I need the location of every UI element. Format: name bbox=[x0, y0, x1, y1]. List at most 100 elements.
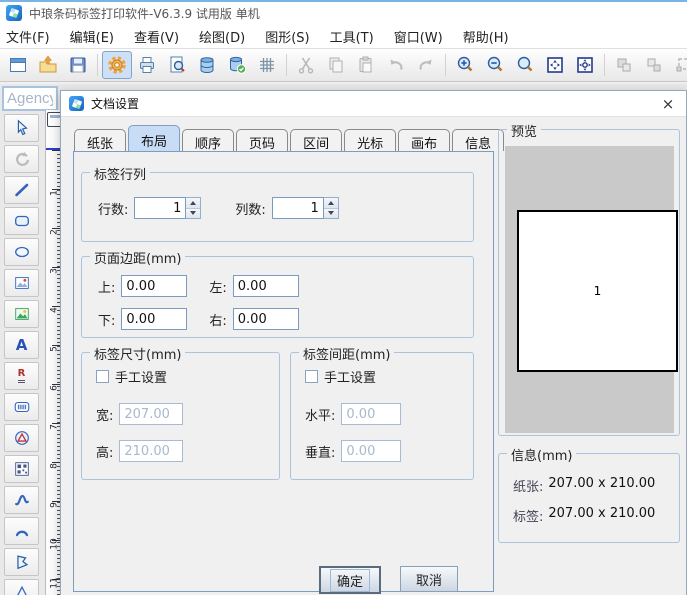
spacing-vertical-label: 垂直: bbox=[305, 445, 336, 461]
tab-info[interactable]: 信息 bbox=[452, 129, 505, 152]
label-width-input bbox=[119, 403, 184, 425]
group-label-spacing: 标签间距(mm) 手工设置 水平: 垂直: bbox=[290, 344, 474, 480]
menu-window[interactable]: 窗口(W) bbox=[394, 27, 443, 46]
menu-tools[interactable]: 工具(T) bbox=[330, 27, 374, 46]
margin-top-input[interactable] bbox=[121, 275, 188, 297]
new-document-icon[interactable] bbox=[3, 51, 33, 79]
database-import-icon[interactable] bbox=[222, 51, 252, 79]
ruler-mark: 7 bbox=[49, 424, 60, 430]
select-cursor-icon[interactable] bbox=[4, 114, 39, 142]
fit-page-icon[interactable] bbox=[540, 51, 570, 79]
zoom-icon[interactable] bbox=[510, 51, 540, 79]
margin-right-label: 右: bbox=[209, 313, 227, 329]
group-page-margins: 页面边距(mm) 上: 左: 下: 右: bbox=[81, 248, 474, 338]
tab-order[interactable]: 顺序 bbox=[182, 129, 235, 152]
ruler-mark: 6 bbox=[49, 385, 60, 391]
ruler-mark: 10 bbox=[49, 538, 60, 550]
open-file-icon[interactable] bbox=[33, 51, 63, 79]
close-icon[interactable]: × bbox=[658, 95, 678, 113]
zoom-out-icon[interactable] bbox=[480, 51, 510, 79]
group-title: 标签尺寸(mm) bbox=[90, 344, 186, 363]
tab-layout[interactable]: 布局 bbox=[128, 125, 181, 151]
margin-top-label: 上: bbox=[98, 280, 116, 296]
rows-input[interactable] bbox=[134, 197, 187, 219]
margin-left-input[interactable] bbox=[232, 275, 299, 297]
group-title: 页面边距(mm) bbox=[90, 248, 186, 267]
menu-file[interactable]: 文件(F) bbox=[6, 27, 50, 46]
arc-icon[interactable] bbox=[4, 517, 39, 545]
ok-button[interactable]: 确定 bbox=[319, 566, 381, 594]
columns-spin-down-icon[interactable] bbox=[323, 208, 338, 218]
font-family-combo[interactable] bbox=[2, 86, 58, 111]
text-icon[interactable]: A bbox=[4, 331, 39, 359]
menu-view[interactable]: 查看(V) bbox=[134, 27, 179, 46]
curve-icon[interactable] bbox=[4, 486, 39, 514]
menu-bar: 文件(F) 编辑(E) 查看(V) 绘图(D) 图形(S) 工具(T) 窗口(W… bbox=[0, 24, 687, 48]
spacing-horizontal-label: 水平: bbox=[305, 408, 336, 424]
info-paper-label: 纸张: bbox=[513, 480, 544, 495]
menu-graphics[interactable]: 图形(S) bbox=[265, 27, 309, 46]
toolbar-separator bbox=[445, 54, 446, 76]
document-settings-icon[interactable] bbox=[102, 51, 132, 79]
group-icon bbox=[609, 51, 639, 79]
rows-spin-down-icon[interactable] bbox=[186, 208, 201, 218]
rounded-rectangle-icon[interactable] bbox=[4, 207, 39, 235]
document-settings-dialog: 文档设置 × 纸张 布局 顺序 页码 区间 光标 画布 信息 标签行列 行数: … bbox=[60, 90, 687, 595]
tab-pagenumber[interactable]: 页码 bbox=[236, 129, 289, 152]
fit-window-icon[interactable] bbox=[570, 51, 600, 79]
margin-left-label: 左: bbox=[209, 280, 227, 296]
info-label-value: 207.00 x 210.00 bbox=[548, 506, 656, 521]
group-info: 信息(mm) 纸张: 207.00 x 210.00 标签: 207.00 x … bbox=[498, 445, 680, 543]
shape-icon[interactable] bbox=[4, 424, 39, 452]
toolbar-separator bbox=[604, 54, 605, 76]
zoom-in-icon[interactable] bbox=[450, 51, 480, 79]
title-bar: 中琅条码标签打印软件-V6.3.9 试用版 单机 bbox=[0, 2, 687, 24]
print-icon[interactable] bbox=[132, 51, 162, 79]
dialog-tabs: 纸张 布局 顺序 页码 区间 光标 画布 信息 bbox=[74, 125, 506, 152]
tab-cursor[interactable]: 光标 bbox=[344, 129, 397, 152]
selection-frame-icon bbox=[669, 51, 687, 79]
cut-icon bbox=[291, 51, 321, 79]
group-preview: 预览 1 bbox=[498, 121, 680, 436]
tab-canvas[interactable]: 画布 bbox=[398, 129, 451, 152]
save-icon[interactable] bbox=[63, 51, 93, 79]
image-icon[interactable] bbox=[4, 269, 39, 297]
database-connect-icon[interactable] bbox=[192, 51, 222, 79]
label-spacing-manual-label: 手工设置 bbox=[324, 371, 377, 386]
print-preview-icon[interactable] bbox=[162, 51, 192, 79]
margin-bottom-input[interactable] bbox=[121, 308, 188, 330]
workspace: A R bbox=[0, 84, 687, 595]
margin-right-input[interactable] bbox=[232, 308, 299, 330]
menu-help[interactable]: 帮助(H) bbox=[463, 27, 509, 46]
qrcode-icon[interactable] bbox=[4, 455, 39, 483]
cancel-button[interactable]: 取消 bbox=[400, 566, 458, 592]
ellipse-icon[interactable] bbox=[4, 238, 39, 266]
rows-label: 行数: bbox=[98, 202, 129, 218]
columns-spin-up-icon[interactable] bbox=[323, 198, 338, 209]
clipart-icon[interactable] bbox=[4, 300, 39, 328]
barcode-icon[interactable] bbox=[4, 393, 39, 421]
grid-settings-icon[interactable] bbox=[252, 51, 282, 79]
rotate-icon bbox=[4, 145, 39, 173]
menu-edit[interactable]: 编辑(E) bbox=[70, 27, 114, 46]
tab-range[interactable]: 区间 bbox=[290, 129, 343, 152]
toolbar-separator bbox=[286, 54, 287, 76]
ruler-mark: 11 bbox=[49, 577, 60, 589]
label-size-manual-checkbox[interactable] bbox=[96, 370, 109, 383]
info-paper-value: 207.00 x 210.00 bbox=[548, 476, 656, 491]
menu-draw[interactable]: 绘图(D) bbox=[199, 27, 245, 46]
columns-input[interactable] bbox=[271, 197, 324, 219]
line-icon[interactable] bbox=[4, 176, 39, 204]
rich-text-icon[interactable]: R bbox=[4, 362, 39, 390]
label-width-label: 宽: bbox=[96, 408, 114, 424]
preview-area: 1 bbox=[505, 146, 678, 433]
tab-paper[interactable]: 纸张 bbox=[74, 129, 127, 152]
group-title: 标签行列 bbox=[90, 164, 151, 183]
spacing-horizontal-input bbox=[341, 403, 402, 425]
label-spacing-manual-checkbox[interactable] bbox=[305, 370, 318, 383]
columns-spinner bbox=[271, 197, 339, 219]
triangle-icon[interactable] bbox=[4, 579, 39, 595]
polygon-icon[interactable] bbox=[4, 548, 39, 576]
rows-spin-up-icon[interactable] bbox=[186, 198, 201, 209]
ruler-mark: 9 bbox=[49, 502, 60, 508]
